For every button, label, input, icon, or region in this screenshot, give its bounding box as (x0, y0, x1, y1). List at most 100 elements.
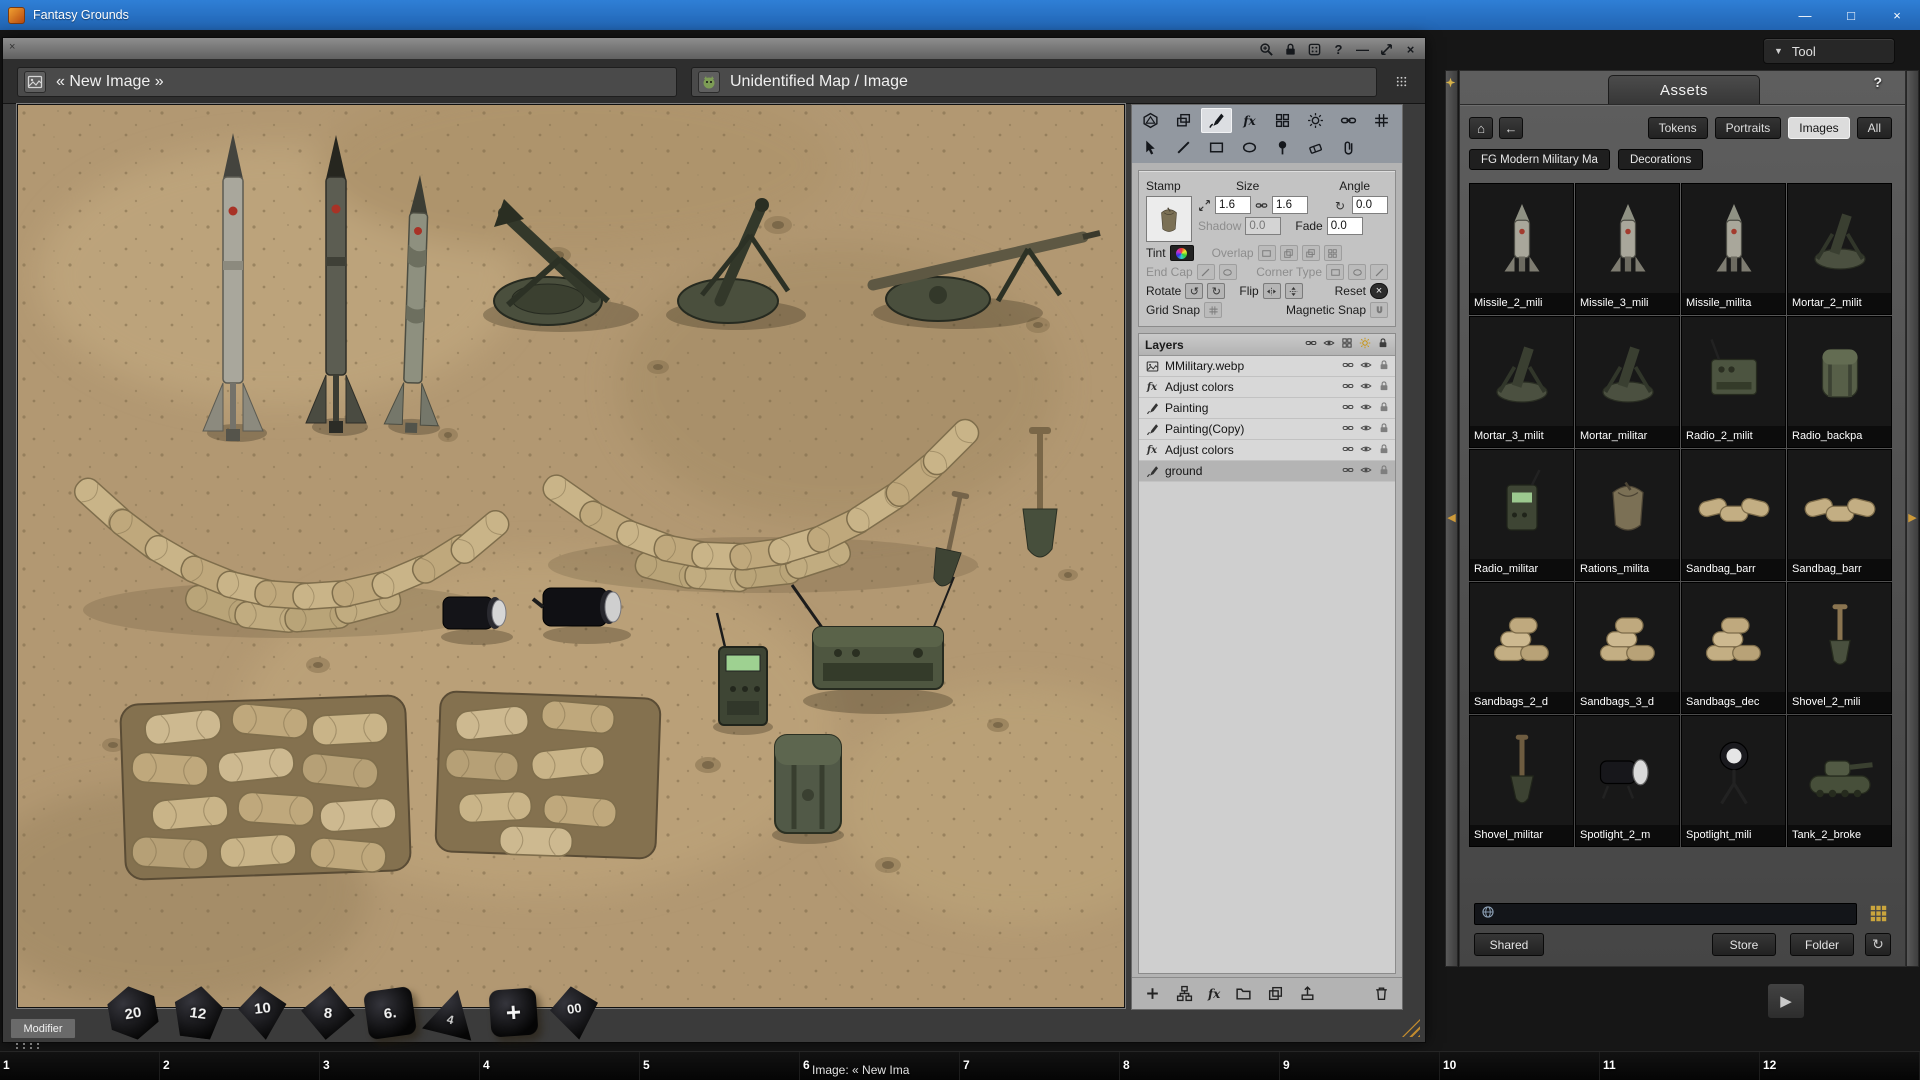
layer-link-icon[interactable] (1342, 380, 1354, 395)
layer-row[interactable]: fxAdjust colors (1139, 377, 1395, 398)
layer-link-icon[interactable] (1342, 443, 1354, 458)
asset-tile[interactable]: Spotlight_mili (1681, 715, 1786, 847)
sidebar-collapse-left-handle[interactable]: ◀ (1445, 70, 1458, 967)
flip-vertical-button[interactable] (1285, 283, 1303, 299)
shade-icon[interactable]: — (1354, 41, 1371, 58)
map-canvas[interactable] (17, 104, 1125, 1008)
layer-lock-icon[interactable] (1378, 401, 1390, 416)
hotbar-slot-2[interactable]: 2 (160, 1052, 320, 1080)
layers-grid-icon[interactable] (1341, 337, 1353, 352)
layer-lock-icon[interactable] (1378, 422, 1390, 437)
asset-tile[interactable]: Radio_militar (1469, 449, 1574, 581)
tool-dropdown[interactable]: ▼ Tool (1763, 38, 1895, 64)
tint-color-button[interactable] (1170, 245, 1194, 261)
die-d8[interactable]: 8 (299, 984, 358, 1043)
size-x-input[interactable] (1215, 196, 1251, 214)
image-window-titlebar[interactable]: × ? — × (3, 38, 1425, 60)
asset-tile[interactable]: Shovel_2_mili (1787, 582, 1892, 714)
image-name-field[interactable]: « New Image » (17, 67, 677, 97)
rectangle-tool-icon[interactable] (1201, 135, 1232, 160)
stamp-preview[interactable] (1146, 196, 1192, 242)
maximize-button[interactable]: □ (1828, 0, 1874, 30)
asset-tile[interactable]: Radio_2_milit (1681, 316, 1786, 448)
hotbar-slot-8[interactable]: 8 (1120, 1052, 1280, 1080)
close-window-icon[interactable]: × (1402, 41, 1419, 58)
window-pin-icon[interactable]: × (9, 41, 15, 53)
tab-tokens[interactable]: Tokens (1648, 117, 1708, 139)
layer-link-icon[interactable] (1342, 464, 1354, 479)
ellipse-tool-icon[interactable] (1234, 135, 1265, 160)
line-tool-icon[interactable] (1168, 135, 1199, 160)
hotbar-slot-12[interactable]: 12 (1760, 1052, 1920, 1080)
add-layer-icon[interactable] (1144, 985, 1161, 1002)
layer-visibility-icon[interactable] (1360, 380, 1372, 395)
folder-button[interactable]: Folder (1790, 933, 1854, 956)
end-cap-option-2-button[interactable] (1219, 264, 1237, 280)
hotbar-slot-9[interactable]: 9 (1280, 1052, 1440, 1080)
layer-row[interactable]: Painting (1139, 398, 1395, 419)
corner-type-option-1-button[interactable] (1326, 264, 1344, 280)
asset-tile[interactable]: Sandbags_dec (1681, 582, 1786, 714)
close-button[interactable]: × (1874, 0, 1920, 30)
tab-portraits[interactable]: Portraits (1715, 117, 1782, 139)
modifier-stack[interactable]: Modifier (10, 1018, 76, 1039)
corner-type-option-3-button[interactable] (1370, 264, 1388, 280)
layer-visibility-icon[interactable] (1360, 443, 1372, 458)
tile-tool-icon[interactable] (1267, 108, 1298, 133)
delete-layer-icon[interactable] (1373, 985, 1390, 1002)
asset-tile[interactable]: Mortar_2_milit (1787, 183, 1892, 315)
pointer-tool-icon[interactable] (1135, 135, 1166, 160)
tab-images[interactable]: Images (1788, 117, 1849, 139)
refresh-button[interactable]: ↻ (1865, 933, 1891, 956)
layer-link-icon[interactable] (1342, 422, 1354, 437)
overlap-option-2-button[interactable] (1280, 245, 1298, 261)
tab-all[interactable]: All (1857, 117, 1892, 139)
die-d12[interactable]: 12 (168, 983, 228, 1043)
sidebar-collapse-right-handle[interactable]: ▶ (1906, 70, 1919, 967)
overlap-option-4-button[interactable] (1324, 245, 1342, 261)
asset-tile[interactable]: Radio_backpa (1787, 316, 1892, 448)
hotbar-slot-10[interactable]: 10 (1440, 1052, 1600, 1080)
asset-tile[interactable]: Missile_2_mili (1469, 183, 1574, 315)
asset-tile[interactable]: Mortar_3_milit (1469, 316, 1574, 448)
die-d6[interactable]: 6. (363, 986, 417, 1040)
die-plus[interactable]: + (488, 987, 538, 1037)
grid-tool-icon[interactable] (1366, 108, 1397, 133)
import-layer-icon[interactable] (1235, 985, 1252, 1002)
asset-search-field[interactable] (1474, 903, 1857, 925)
die-d100[interactable]: 00 (544, 982, 606, 1044)
layer-row[interactable]: Painting(Copy) (1139, 419, 1395, 440)
store-button[interactable]: Store (1712, 933, 1776, 956)
die-d20[interactable]: 20 (102, 982, 165, 1045)
grid-snap-button[interactable] (1204, 302, 1222, 318)
asset-tile[interactable]: Mortar_militar (1575, 316, 1680, 448)
effects-tool-icon[interactable]: fx (1234, 108, 1265, 133)
die-d4[interactable]: 4 (419, 980, 484, 1045)
mask-tool-icon[interactable] (1333, 108, 1364, 133)
layer-row[interactable]: ground (1139, 461, 1395, 482)
size-y-input[interactable] (1272, 196, 1308, 214)
hotbar-slot-4[interactable]: 4 (480, 1052, 640, 1080)
asset-search-input[interactable] (1501, 906, 1850, 922)
breadcrumb-button[interactable]: Decorations (1618, 149, 1703, 170)
play-button[interactable]: ▶ (1767, 983, 1805, 1019)
layers-link-all-icon[interactable] (1305, 337, 1317, 352)
asset-tile[interactable]: Spotlight_2_m (1575, 715, 1680, 847)
hotbar-slot-7[interactable]: 7 (960, 1052, 1120, 1080)
resize-icon[interactable] (1378, 41, 1395, 58)
layer-visibility-icon[interactable] (1360, 401, 1372, 416)
layer-row[interactable]: fxAdjust colors (1139, 440, 1395, 461)
end-cap-option-1-button[interactable] (1197, 264, 1215, 280)
fade-input[interactable] (1327, 217, 1363, 235)
shadow-input[interactable] (1245, 217, 1281, 235)
layer-visibility-icon[interactable] (1360, 464, 1372, 479)
clip-tool-icon[interactable] (1333, 135, 1364, 160)
minimize-button[interactable]: — (1782, 0, 1828, 30)
layers-lighting-icon[interactable] (1359, 337, 1371, 352)
help-icon[interactable]: ? (1330, 41, 1347, 58)
home-button[interactable]: ⌂ (1469, 117, 1493, 139)
layer-link-icon[interactable] (1342, 401, 1354, 416)
asset-tile[interactable]: Sandbags_3_d (1575, 582, 1680, 714)
layer-visibility-icon[interactable] (1360, 422, 1372, 437)
breadcrumb-button[interactable]: FG Modern Military Ma (1469, 149, 1610, 170)
